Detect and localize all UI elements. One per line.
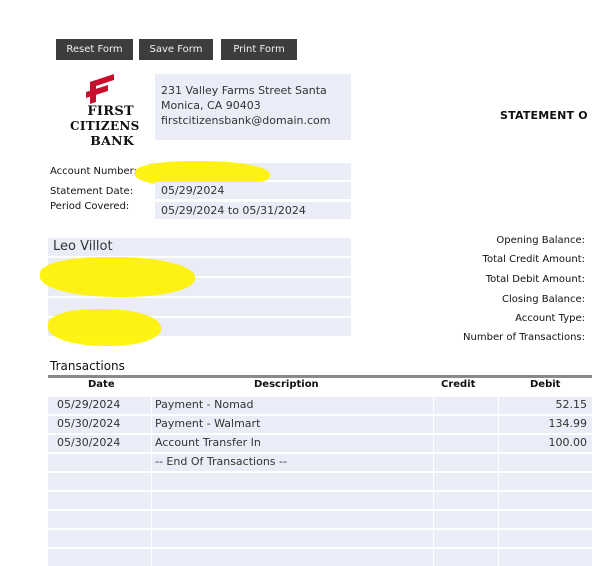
column-separator <box>498 454 499 471</box>
table-row[interactable]: -- End Of Transactions -- <box>48 454 592 471</box>
table-row[interactable] <box>48 511 592 528</box>
table-row[interactable] <box>48 492 592 509</box>
period-covered-field[interactable]: 05/29/2024 to 05/31/2024 <box>155 202 351 219</box>
transactions-divider <box>48 375 592 378</box>
account-number-label: Account Number: <box>50 166 137 177</box>
logo-text-citizens: CITIZENS <box>70 119 140 133</box>
column-separator <box>433 397 434 414</box>
total-debit-label: Total Debit Amount: <box>485 274 585 285</box>
column-separator <box>433 454 434 471</box>
column-separator <box>433 473 434 490</box>
logo-text-bank: BANK <box>90 133 134 148</box>
address-line-2: Monica, CA 90403 <box>161 99 261 112</box>
column-separator <box>498 416 499 433</box>
column-separator <box>498 549 499 566</box>
column-separator <box>151 530 152 547</box>
column-separator <box>498 511 499 528</box>
address-line-1: 231 Valley Farms Street Santa <box>161 84 327 97</box>
cell-description: Payment - Walmart <box>155 417 261 430</box>
column-separator <box>433 511 434 528</box>
column-separator <box>498 435 499 452</box>
cell-description: Payment - Nomad <box>155 398 254 411</box>
cell-debit: 100.00 <box>548 436 588 449</box>
bank-address-field[interactable]: 231 Valley Farms Street Santa Monica, CA… <box>155 74 351 140</box>
column-separator <box>433 549 434 566</box>
bank-email: firstcitizensbank@domain.com <box>161 114 331 127</box>
table-row[interactable] <box>48 530 592 547</box>
column-separator <box>433 435 434 452</box>
table-row[interactable] <box>48 549 592 566</box>
column-separator <box>498 492 499 509</box>
transactions-title: Transactions <box>50 359 125 373</box>
cell-debit: 134.99 <box>548 417 588 430</box>
column-separator <box>498 473 499 490</box>
cell-description: Account Transfer In <box>155 436 261 449</box>
bank-logo-mark-icon <box>86 74 114 104</box>
period-covered-label: Period Covered: <box>50 201 130 212</box>
header-description: Description <box>254 379 319 390</box>
customer-name-field[interactable]: Leo Villot <box>48 238 351 256</box>
statement-date-field[interactable]: 05/29/2024 <box>155 182 351 199</box>
cell-date: 05/29/2024 <box>57 398 121 411</box>
header-date: Date <box>88 379 115 390</box>
print-form-button[interactable]: Print Form <box>221 39 297 60</box>
column-separator <box>151 549 152 566</box>
transaction-count-label: Number of Transactions: <box>463 332 585 343</box>
column-separator <box>151 511 152 528</box>
header-credit: Credit <box>441 379 476 390</box>
redaction-mark <box>40 257 195 297</box>
header-debit: Debit <box>530 379 561 390</box>
redaction-mark <box>48 309 161 346</box>
column-separator <box>151 454 152 471</box>
reset-form-button[interactable]: Reset Form <box>56 39 133 60</box>
total-credit-label: Total Credit Amount: <box>482 254 585 265</box>
column-separator <box>498 530 499 547</box>
cell-date: 05/30/2024 <box>57 436 121 449</box>
statement-date-label: Statement Date: <box>50 186 134 197</box>
bank-logo: FIRST CITIZENS BANK <box>70 74 140 150</box>
cell-debit: 52.15 <box>555 398 588 411</box>
cell-date: 05/30/2024 <box>57 417 121 430</box>
column-separator <box>151 473 152 490</box>
column-separator <box>433 530 434 547</box>
column-separator <box>151 416 152 433</box>
column-separator <box>151 397 152 414</box>
column-separator <box>433 416 434 433</box>
opening-balance-label: Opening Balance: <box>496 235 585 246</box>
save-form-button[interactable]: Save Form <box>139 39 213 60</box>
table-row[interactable]: 05/30/2024 Payment - Walmart 134.99 <box>48 416 592 433</box>
statement-title: STATEMENT O <box>500 109 588 122</box>
column-separator <box>151 492 152 509</box>
table-row[interactable]: 05/29/2024 Payment - Nomad 52.15 <box>48 397 592 414</box>
column-separator <box>498 397 499 414</box>
cell-description: -- End Of Transactions -- <box>155 455 287 468</box>
table-row[interactable] <box>48 473 592 490</box>
closing-balance-label: Closing Balance: <box>502 294 585 305</box>
account-type-label: Account Type: <box>515 313 585 324</box>
column-separator <box>151 435 152 452</box>
column-separator <box>433 492 434 509</box>
logo-text-first: FIRST <box>87 104 134 119</box>
table-row[interactable]: 05/30/2024 Account Transfer In 100.00 <box>48 435 592 452</box>
